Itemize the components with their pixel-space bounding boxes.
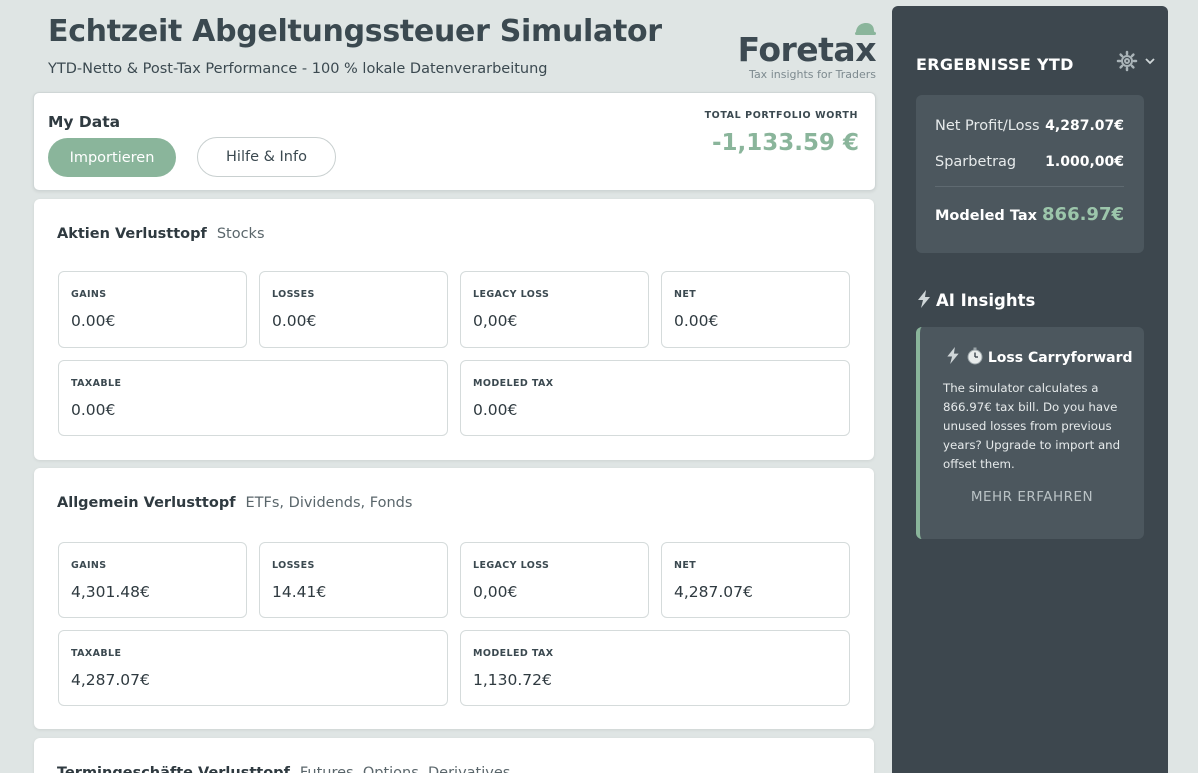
net-profit-value: 4,287.07€	[1045, 118, 1124, 134]
chevron-down-icon	[1145, 58, 1155, 65]
settings-menu[interactable]	[1116, 50, 1156, 72]
metric-value: 4,287.07€	[71, 671, 150, 689]
metric-losses: LOSSES 14.41€	[259, 542, 448, 618]
brand-logo: Foretax Tax insights for Traders	[738, 23, 878, 82]
sidebar-title: ERGEBNISSE YTD	[916, 55, 1074, 74]
metric-label: MODELED TAX	[473, 378, 554, 389]
metric-label: LOSSES	[272, 560, 315, 571]
net-profit-label: Net Profit/Loss	[935, 118, 1040, 134]
metric-label: TAXABLE	[71, 378, 122, 389]
metric-value: 0.00€	[71, 312, 116, 330]
metric-value: 0,00€	[473, 312, 518, 330]
saver-allowance-value: 1.000,00€	[1045, 154, 1124, 170]
modeled-tax-label: Modeled Tax	[935, 208, 1037, 224]
metric-value: 0.00€	[473, 401, 518, 419]
lightning-icon	[947, 347, 959, 364]
metric-legacy-loss: LEGACY LOSS 0,00€	[460, 542, 649, 618]
pot-card-general: Allgemein Verlusttopf ETFs, Dividends, Fo…	[34, 468, 874, 729]
pot-header: Allgemein Verlusttopf ETFs, Dividends, Fo…	[57, 495, 412, 511]
pot-subtitle: Stocks	[216, 226, 265, 242]
metric-label: LEGACY LOSS	[473, 289, 550, 300]
modeled-tax-row: Modeled Tax 866.97€	[935, 204, 1124, 225]
pot-card-stocks: Aktien Verlusttopf Stocks GAINS 0.00€ LOS…	[34, 199, 874, 460]
pot-subtitle: ETFs, Dividends, Fonds	[245, 495, 413, 511]
divider	[935, 186, 1124, 187]
page-header: Echtzeit Abgeltungssteuer Simulator YTD-…	[48, 12, 878, 90]
saver-allowance-row: Sparbetrag 1.000,00€	[935, 154, 1124, 170]
portfolio-worth-label: TOTAL PORTFOLIO WORTH	[704, 110, 858, 121]
results-sidebar: ERGEBNISSE YTD Net Profit/Loss 4,287.07€…	[892, 6, 1168, 773]
stopwatch-icon	[967, 347, 983, 365]
my-data-title: My Data	[48, 113, 121, 131]
page-subtitle: YTD-Netto & Post-Tax Performance - 100 %…	[48, 61, 548, 77]
pot-title: Allgemein Verlusttopf	[57, 495, 236, 511]
metric-label: GAINS	[71, 289, 107, 300]
pot-title: Aktien Verlusttopf	[57, 226, 207, 242]
insight-card-title: Loss Carryforward	[987, 350, 1133, 366]
gear-icon[interactable]	[1116, 50, 1156, 72]
metric-net: NET 4,287.07€	[661, 542, 850, 618]
metric-label: LOSSES	[272, 289, 315, 300]
metric-taxable: TAXABLE 4,287.07€	[58, 630, 448, 706]
results-summary: Net Profit/Loss 4,287.07€ Sparbetrag 1.0…	[916, 95, 1144, 253]
pot-subtitle: Futures, Options, Derivatives	[299, 765, 511, 773]
modeled-tax-value: 866.97€	[1042, 204, 1124, 225]
metric-modeled-tax: MODELED TAX 1,130.72€	[460, 630, 850, 706]
insight-card-header: Loss Carryforward	[945, 347, 1133, 366]
pot-card-derivatives: Termingeschäfte Verlusttopf Futures, Opti…	[34, 738, 874, 773]
metric-value: 0,00€	[473, 583, 518, 601]
metric-value: 14.41€	[272, 583, 327, 601]
metric-taxable: TAXABLE 0.00€	[58, 360, 448, 436]
metric-value: 4,301.48€	[71, 583, 150, 601]
metric-modeled-tax: MODELED TAX 0.00€	[460, 360, 850, 436]
portfolio-worth-value: -1,133.59 €	[711, 130, 859, 156]
metric-value: 1,130.72€	[473, 671, 552, 689]
metric-net: NET 0.00€	[661, 271, 850, 348]
insight-card: Loss Carryforward The simulator calculat…	[916, 327, 1144, 539]
metric-label: GAINS	[71, 560, 107, 571]
metric-label: MODELED TAX	[473, 648, 554, 659]
metric-label: LEGACY LOSS	[473, 560, 550, 571]
learn-more-link[interactable]: MEHR ERFAHREN	[920, 489, 1144, 505]
metric-value: 4,287.07€	[674, 583, 753, 601]
metric-label: TAXABLE	[71, 648, 122, 659]
metric-value: 0.00€	[674, 312, 719, 330]
saver-allowance-label: Sparbetrag	[935, 154, 1017, 170]
my-data-card: My Data Importieren Hilfe & Info TOTAL P…	[33, 92, 876, 191]
metric-value: 0.00€	[71, 401, 116, 419]
ai-insights-label: AI Insights	[936, 291, 1036, 310]
help-info-button[interactable]: Hilfe & Info	[197, 137, 336, 177]
brand-name: Foretax	[737, 30, 877, 69]
import-button[interactable]: Importieren	[48, 138, 176, 177]
pot-title: Termingeschäfte Verlusttopf	[57, 765, 290, 773]
metric-losses: LOSSES 0.00€	[259, 271, 448, 348]
pot-header: Termingeschäfte Verlusttopf Futures, Opti…	[57, 765, 510, 773]
metric-gains: GAINS 4,301.48€	[58, 542, 247, 618]
net-profit-row: Net Profit/Loss 4,287.07€	[935, 118, 1124, 134]
metric-label: NET	[674, 560, 697, 571]
insight-card-body: The simulator calculates a 866.97€ tax b…	[943, 381, 1121, 471]
metric-gains: GAINS 0.00€	[58, 271, 247, 348]
page-title: Echtzeit Abgeltungssteuer Simulator	[48, 14, 662, 49]
metric-legacy-loss: LEGACY LOSS 0,00€	[460, 271, 649, 348]
lightning-icon	[918, 290, 930, 308]
metric-label: NET	[674, 289, 697, 300]
pot-header: Aktien Verlusttopf Stocks	[57, 226, 265, 242]
metric-value: 0.00€	[272, 312, 317, 330]
ai-insights-heading: AI Insights	[916, 290, 1035, 310]
brand-tagline: Tax insights for Traders	[749, 68, 876, 81]
